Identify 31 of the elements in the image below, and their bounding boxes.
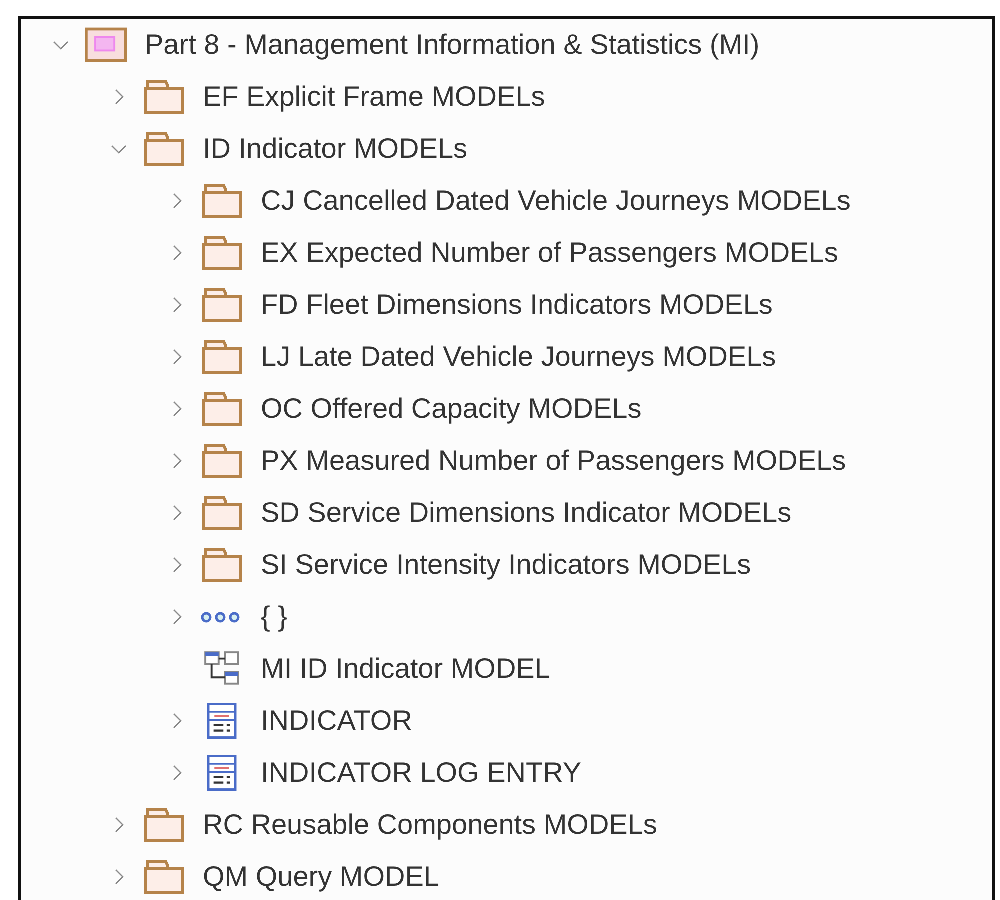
tree-item[interactable]: ID Indicator MODELs bbox=[203, 133, 468, 165]
folder-icon bbox=[143, 79, 185, 115]
tree-item[interactable]: EF Explicit Frame MODELs bbox=[203, 81, 546, 113]
tree-item[interactable]: SD Service Dimensions Indicator MODELs bbox=[261, 497, 792, 529]
folder-icon bbox=[201, 391, 243, 427]
tree-item[interactable]: MI ID Indicator MODEL bbox=[261, 653, 550, 685]
folder-icon bbox=[201, 183, 243, 219]
tree-item[interactable]: QM Query MODEL bbox=[203, 861, 440, 893]
folder-icon bbox=[201, 495, 243, 531]
tree-item[interactable]: Part 8 - Management Information & Statistics (MI) bbox=[145, 29, 760, 61]
folder-icon bbox=[143, 131, 185, 167]
tree-item[interactable]: { } bbox=[261, 601, 288, 633]
tree-item[interactable]: LJ Late Dated Vehicle Journeys MODELs bbox=[261, 341, 776, 373]
folder-icon bbox=[201, 287, 243, 323]
tree-item[interactable]: RC Reusable Components MODELs bbox=[203, 809, 658, 841]
folder-icon bbox=[201, 547, 243, 583]
tree-item[interactable]: CJ Cancelled Dated Vehicle Journeys MODELs bbox=[261, 185, 851, 217]
package-icon bbox=[85, 27, 127, 63]
tree-item[interactable]: PX Measured Number of Passengers MODELs bbox=[261, 445, 846, 477]
folder-icon bbox=[201, 235, 243, 271]
folder-icon bbox=[201, 339, 243, 375]
tree-item[interactable]: FD Fleet Dimensions Indicators MODELs bbox=[261, 289, 773, 321]
tree-item[interactable]: EX Expected Number of Passengers MODELs bbox=[261, 237, 838, 269]
folder-icon bbox=[143, 859, 185, 895]
folder-icon bbox=[201, 443, 243, 479]
tree-item[interactable]: SI Service Intensity Indicators MODELs bbox=[261, 549, 752, 581]
tree-item[interactable]: INDICATOR LOG ENTRY bbox=[261, 757, 582, 789]
three-dots-icon bbox=[201, 612, 240, 622]
tree-item[interactable]: INDICATOR bbox=[261, 705, 412, 737]
tree-item[interactable]: OC Offered Capacity MODELs bbox=[261, 393, 642, 425]
folder-icon bbox=[143, 807, 185, 843]
